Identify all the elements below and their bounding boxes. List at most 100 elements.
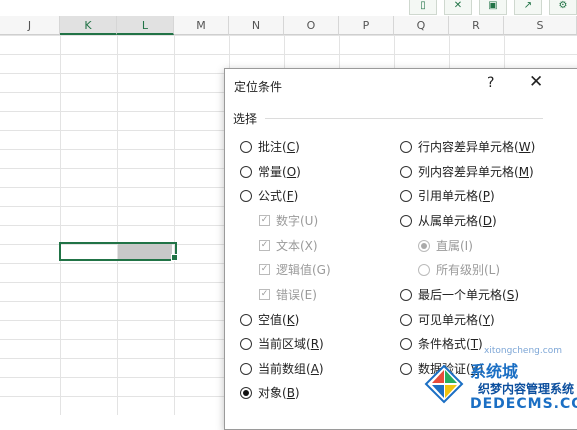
dialog-title: 定位条件 xyxy=(234,80,283,94)
option-conditional-formats[interactable]: 条件格式(T) xyxy=(400,335,483,352)
option-label: 直属(I) xyxy=(436,239,473,253)
radio-icon[interactable] xyxy=(400,140,412,153)
option-numbers: ✓ 数字(U) xyxy=(259,212,318,229)
radio-icon[interactable] xyxy=(240,313,252,326)
radio-icon[interactable] xyxy=(240,337,252,350)
option-label: 数字(U) xyxy=(276,214,319,228)
option-label: 当前区域( xyxy=(258,337,311,351)
radio-icon[interactable] xyxy=(400,337,412,350)
radio-icon[interactable] xyxy=(240,165,252,178)
grid-line xyxy=(174,35,175,415)
column-header-o[interactable]: O xyxy=(284,16,339,35)
option-label-end: ) xyxy=(318,361,324,376)
option-label: 引用单元格( xyxy=(418,189,483,203)
option-logicals: ✓ 逻辑值(G) xyxy=(259,261,331,278)
hotkey: P xyxy=(482,188,490,203)
hotkey: A xyxy=(310,361,319,376)
option-label: 公式( xyxy=(258,189,287,203)
option-current-region[interactable]: 当前区域(R) xyxy=(240,335,324,352)
option-label-end: ) xyxy=(530,139,536,154)
radio-icon[interactable] xyxy=(400,313,412,326)
option-label: 错误(E) xyxy=(276,288,317,302)
help-icon[interactable]: ? xyxy=(487,75,494,91)
option-dependents[interactable]: 从属单元格(D) xyxy=(400,212,497,229)
column-header-m[interactable]: M xyxy=(174,16,229,35)
option-last-cell[interactable]: 最后一个单元格(S) xyxy=(400,286,519,303)
hotkey: W xyxy=(518,139,531,154)
radio-icon[interactable] xyxy=(400,214,412,227)
close-icon[interactable]: ✕ xyxy=(529,72,543,92)
selection-range[interactable] xyxy=(59,242,177,261)
option-label-end: ) xyxy=(491,213,497,228)
save-icon[interactable]: ▣ xyxy=(479,0,507,15)
column-header-r[interactable]: R xyxy=(449,16,504,35)
radio-disabled-icon xyxy=(418,239,430,252)
top-toolbar: ▯ ✕ ▣ ↗ ⚙ xyxy=(402,0,577,15)
option-objects[interactable]: 对象(B) xyxy=(240,384,300,401)
option-all-levels: 所有级别(L) xyxy=(418,261,500,278)
option-precedents[interactable]: 引用单元格(P) xyxy=(400,187,495,204)
mobile-icon[interactable]: ▯ xyxy=(409,0,437,15)
option-label-end: ) xyxy=(478,336,483,351)
hotkey: S xyxy=(506,287,515,302)
hotkey: B xyxy=(286,385,295,400)
option-label: 空值( xyxy=(258,313,287,327)
grid-line xyxy=(60,35,61,415)
watermark-url: xitongcheng.com xyxy=(484,346,562,356)
option-label-end: ) xyxy=(294,312,300,327)
share-icon[interactable]: ↗ xyxy=(514,0,542,15)
option-column-differences[interactable]: 列内容差异单元格(M) xyxy=(400,163,534,180)
hotkey: Y xyxy=(482,312,491,327)
option-constants[interactable]: 常量(O) xyxy=(240,163,301,180)
column-header-s[interactable]: S xyxy=(504,16,577,35)
radio-icon[interactable] xyxy=(240,189,252,202)
option-label: 列内容差异单元格( xyxy=(418,165,519,179)
option-visible-cells[interactable]: 可见单元格(Y) xyxy=(400,311,495,328)
shrink-icon[interactable]: ✕ xyxy=(444,0,472,15)
option-formulas[interactable]: 公式(F) xyxy=(240,187,298,204)
option-direct-only: 直属(I) xyxy=(418,237,473,254)
settings-icon[interactable]: ⚙ xyxy=(549,0,577,15)
option-label-end: ) xyxy=(296,164,301,179)
option-text: ✓ 文本(X) xyxy=(259,237,318,254)
option-errors: ✓ 错误(E) xyxy=(259,286,317,303)
option-label: 批注( xyxy=(258,140,287,154)
option-label-end: ) xyxy=(490,312,495,327)
radio-icon[interactable] xyxy=(400,288,412,301)
option-blanks[interactable]: 空值(K) xyxy=(240,311,299,328)
option-label: 所有级别(L) xyxy=(436,263,501,277)
column-header-q[interactable]: Q xyxy=(394,16,449,35)
option-label: 当前数组( xyxy=(258,362,311,376)
option-row-differences[interactable]: 行内容差异单元格(W) xyxy=(400,138,535,155)
option-comments[interactable]: 批注(C) xyxy=(240,138,300,155)
hotkey: R xyxy=(310,336,320,351)
option-label: 条件格式( xyxy=(418,337,471,351)
checkbox-icon: ✓ xyxy=(259,240,270,251)
grid-line xyxy=(117,35,118,415)
radio-icon[interactable] xyxy=(400,362,412,375)
option-label-end: ) xyxy=(295,139,300,154)
column-header-l[interactable]: L xyxy=(117,16,174,35)
column-header-j[interactable]: J xyxy=(0,16,60,35)
radio-icon[interactable] xyxy=(400,189,412,202)
checkbox-icon: ✓ xyxy=(259,215,270,226)
radio-selected-icon[interactable] xyxy=(240,386,252,399)
watermark-line2: 织梦内容管理系统 xyxy=(478,382,575,396)
group-divider xyxy=(265,118,543,119)
option-label: 对象( xyxy=(258,386,287,400)
radio-icon[interactable] xyxy=(240,140,252,153)
radio-icon[interactable] xyxy=(400,165,412,178)
option-label-end: ) xyxy=(319,336,324,351)
radio-disabled-icon xyxy=(418,263,430,276)
option-label: 逻辑值(G) xyxy=(276,263,331,277)
column-header-n[interactable]: N xyxy=(229,16,284,35)
column-header-k[interactable]: K xyxy=(60,16,117,35)
option-label-end: ) xyxy=(489,188,495,203)
option-current-array[interactable]: 当前数组(A) xyxy=(240,360,324,377)
fill-handle[interactable] xyxy=(171,254,178,261)
hotkey: T xyxy=(470,336,479,351)
option-label: 行内容差异单元格( xyxy=(418,140,519,154)
column-header-p[interactable]: P xyxy=(339,16,394,35)
radio-icon[interactable] xyxy=(240,362,252,375)
group-label: 选择 xyxy=(233,112,258,126)
